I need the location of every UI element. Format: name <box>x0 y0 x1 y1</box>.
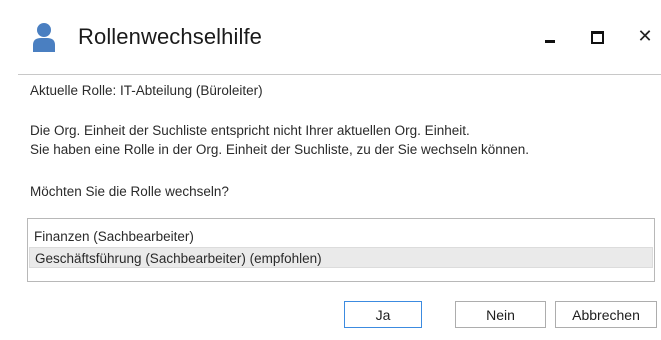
maximize-button[interactable] <box>582 24 612 50</box>
minimize-button[interactable] <box>535 24 565 50</box>
cancel-button[interactable]: Abbrechen <box>555 301 657 328</box>
role-list[interactable]: Finanzen (Sachbearbeiter) Geschäftsführu… <box>27 218 655 282</box>
window-title: Rollenwechselhilfe <box>78 24 263 49</box>
title-bar[interactable]: Rollenwechselhilfe ✕ <box>0 0 661 74</box>
close-button[interactable]: ✕ <box>630 24 660 50</box>
question-label: Möchten Sie die Rolle wechseln? <box>30 184 229 199</box>
yes-button[interactable]: Ja <box>344 301 422 328</box>
title-separator <box>18 74 661 75</box>
maximize-icon <box>590 30 604 44</box>
role-list-item-selected[interactable]: Geschäftsführung (Sachbearbeiter) (empfo… <box>29 247 653 268</box>
no-button[interactable]: Nein <box>455 301 546 328</box>
role-list-item[interactable]: Finanzen (Sachbearbeiter) <box>29 226 653 247</box>
minimize-icon <box>545 39 555 43</box>
dialog-window: Rollenwechselhilfe ✕ Aktuelle Rolle: IT-… <box>0 0 661 340</box>
current-role-label: Aktuelle Rolle: IT-Abteilung (Büroleiter… <box>30 83 263 98</box>
close-icon: ✕ <box>637 26 653 47</box>
message-line-1: Die Org. Einheit der Suchliste entsprich… <box>30 123 470 138</box>
user-icon <box>33 23 55 52</box>
message-line-2: Sie haben eine Rolle in der Org. Einheit… <box>30 142 530 157</box>
